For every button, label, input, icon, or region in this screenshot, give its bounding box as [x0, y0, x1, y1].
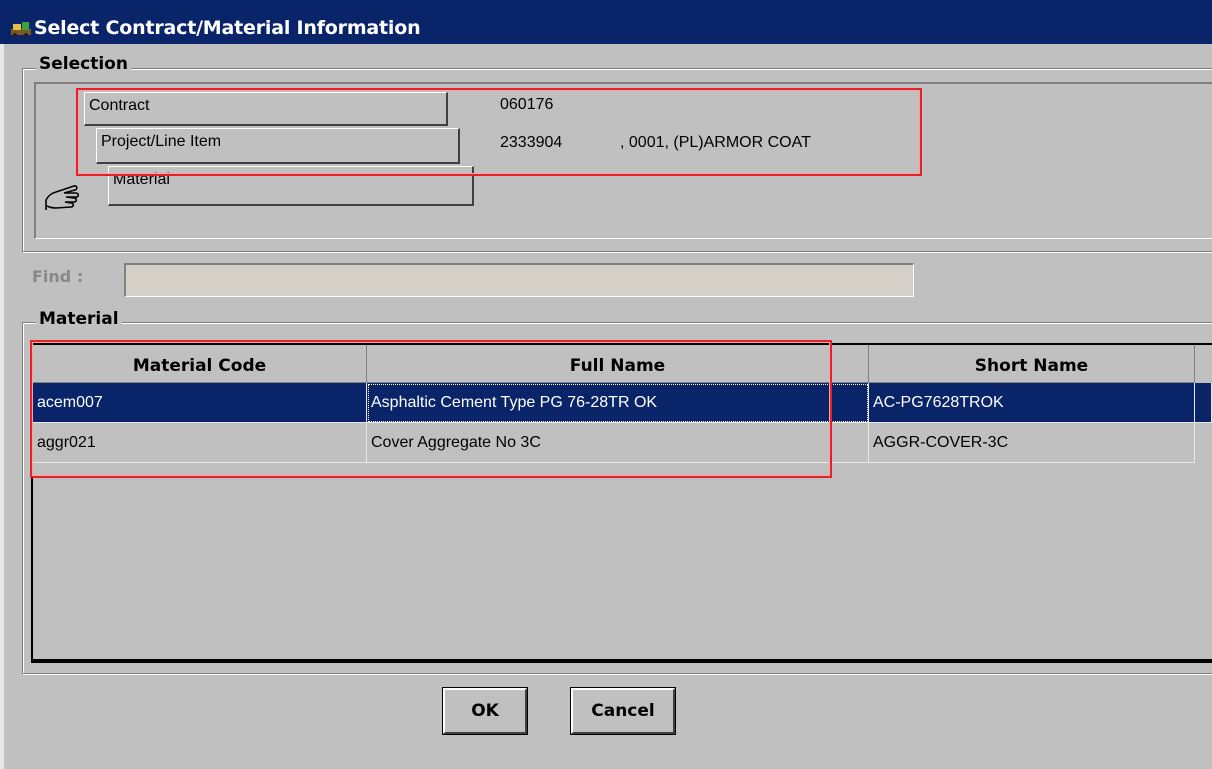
find-input[interactable]: [124, 263, 914, 297]
selection-group-label: Selection: [36, 54, 131, 74]
ok-button[interactable]: OK: [442, 687, 528, 735]
pointing-hand-icon: [45, 185, 80, 210]
annotation-highlight-table: [30, 340, 832, 478]
column-header-short-name[interactable]: Short Name: [869, 345, 1195, 383]
table-row-2-short-name[interactable]: AGGR-COVER-3C: [869, 423, 1195, 463]
material-group-label: Material: [36, 309, 122, 329]
table-row-1-short-name[interactable]: AC-PG7628TROK: [869, 383, 1195, 423]
window-title: Select Contract/Material Information: [34, 17, 421, 39]
annotation-highlight-selection: [76, 88, 922, 176]
app-icon: [10, 20, 32, 38]
table-row-1-extra[interactable]: [1195, 383, 1212, 423]
window-left-edge: [0, 44, 4, 769]
cancel-button[interactable]: Cancel: [570, 687, 676, 735]
title-bar[interactable]: Select Contract/Material Information: [0, 0, 1212, 44]
find-label: Find :: [32, 267, 84, 286]
